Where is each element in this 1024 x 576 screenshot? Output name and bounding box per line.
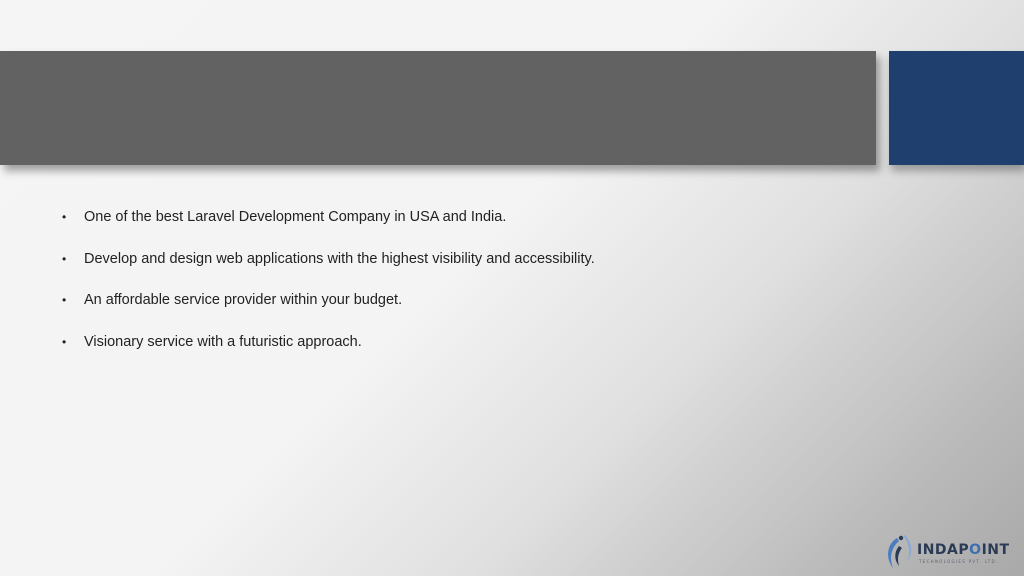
logo-wordmark: INDAPOINT: [917, 542, 1010, 558]
title-bar: [0, 51, 876, 165]
company-logo: INDAPOINT TECHNOLOGIES PVT. LTD.: [883, 532, 1019, 572]
bullet-dot-icon: •: [62, 251, 67, 266]
bullet-item: • One of the best Laravel Development Co…: [62, 206, 595, 228]
bullet-dot-icon: •: [62, 293, 67, 307]
bullet-text: An affordable service provider within yo…: [84, 292, 403, 308]
bullet-dot-icon: •: [62, 334, 67, 349]
bullet-text: Visionary service with a futuristic appr…: [84, 333, 362, 350]
bullet-item: • Develop and design web applications wi…: [62, 248, 595, 270]
logo-tagline: TECHNOLOGIES PVT. LTD.: [919, 559, 999, 564]
bullet-text: Develop and design web applications with…: [84, 250, 595, 267]
accent-block: [889, 51, 1024, 165]
bullet-dot-icon: •: [62, 210, 67, 224]
bullet-item: • An affordable service provider within …: [62, 289, 595, 311]
bullet-text: One of the best Laravel Development Comp…: [84, 209, 507, 225]
bullet-list: • One of the best Laravel Development Co…: [62, 206, 595, 372]
logo-swoosh-icon: [888, 535, 912, 568]
bullet-item: • Visionary service with a futuristic ap…: [62, 331, 595, 353]
